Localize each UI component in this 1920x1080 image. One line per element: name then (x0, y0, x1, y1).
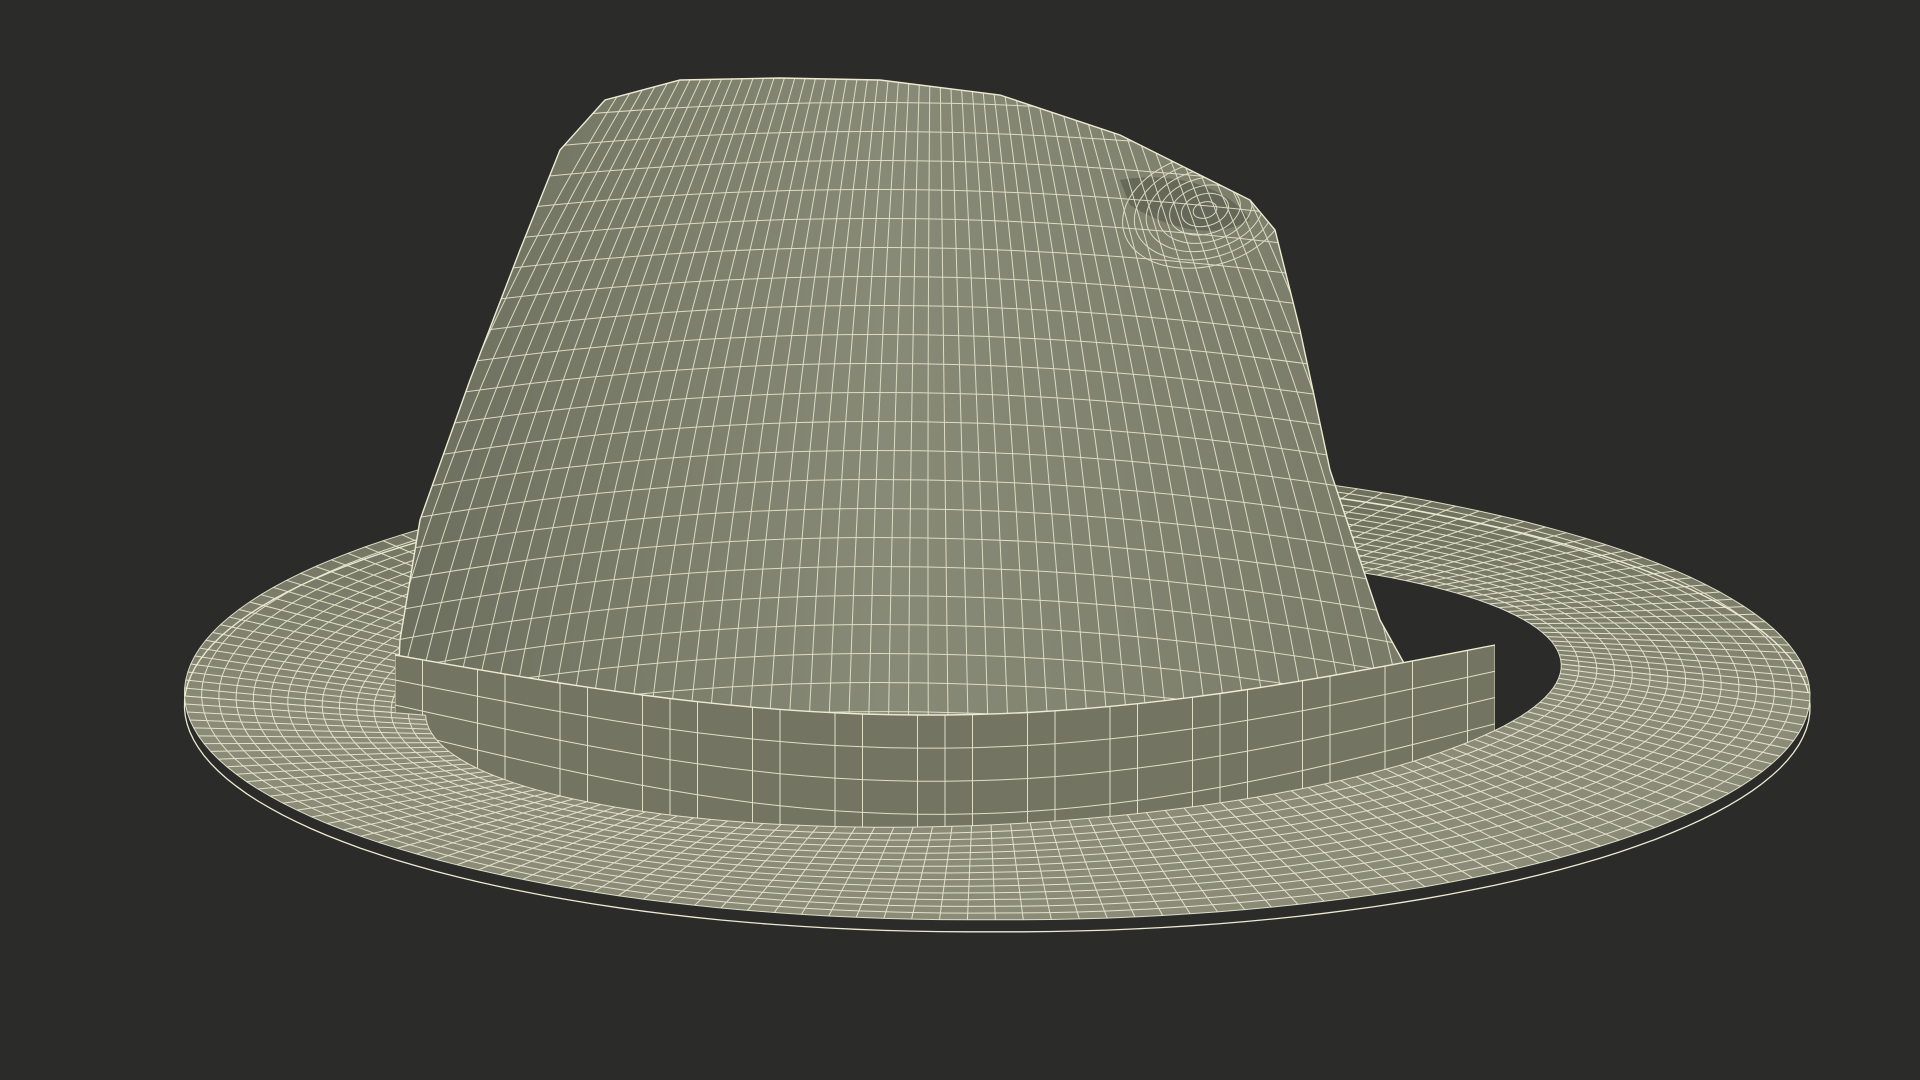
hat-render (183, 77, 1811, 933)
render-viewport (0, 0, 1920, 1080)
